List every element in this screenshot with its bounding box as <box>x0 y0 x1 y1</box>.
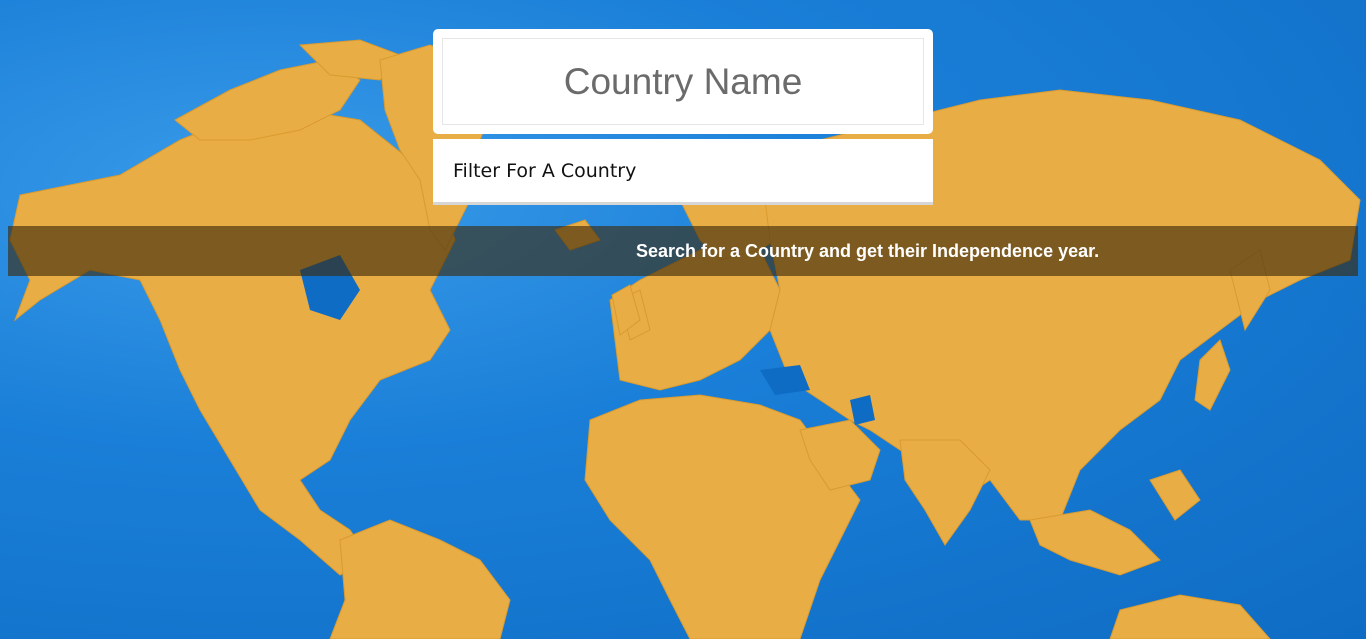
page-title: Country Name <box>442 38 924 125</box>
country-filter-input[interactable] <box>433 139 933 205</box>
info-banner: Search for a Country and get their Indep… <box>8 226 1358 276</box>
banner-text: Search for a Country and get their Indep… <box>636 241 1100 261</box>
title-card: Country Name <box>433 29 933 134</box>
